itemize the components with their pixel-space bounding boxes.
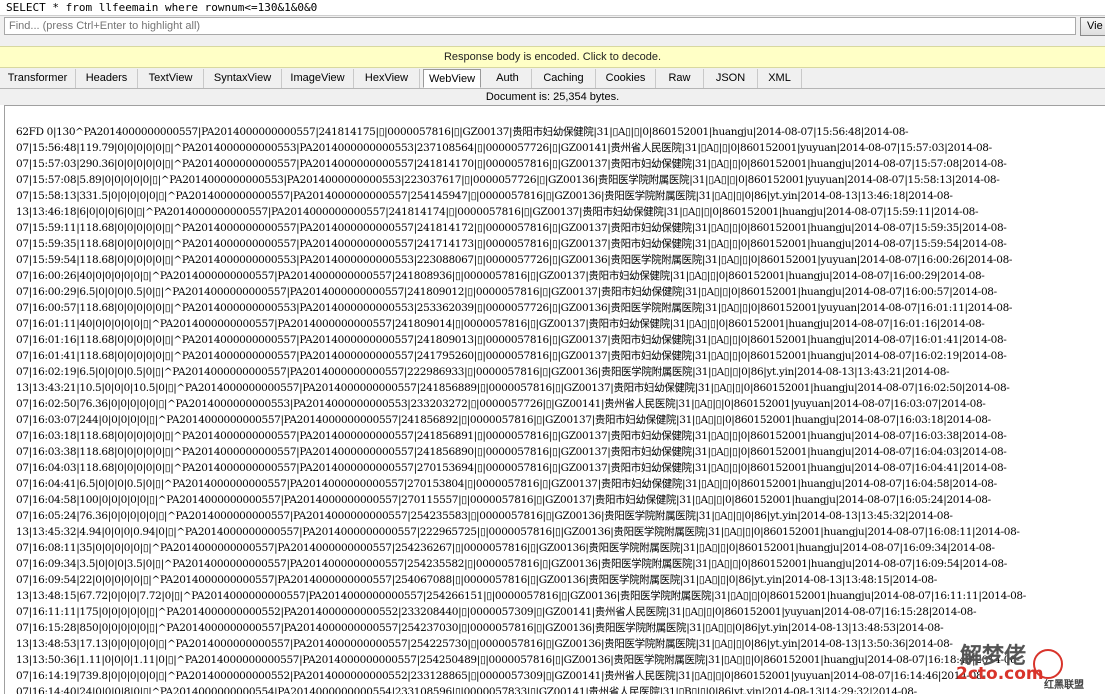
response-line: 07|15:59:35|118.68|0|0|0|0|0|▯|^PA201400… (16, 238, 1007, 250)
tab-imageview[interactable]: ImageView (282, 69, 354, 88)
inspector-tabs: Transformer Headers TextView SyntaxView … (0, 68, 1105, 89)
response-line: 07|16:08:11|35|0|0|0|0|0|▯|^PA2014000000… (16, 542, 995, 554)
response-line: 07|16:01:16|118.68|0|0|0|0|0|▯|^PA201400… (16, 334, 1007, 346)
tab-hexview[interactable]: HexView (354, 69, 420, 88)
response-line: 07|16:09:34|3.5|0|0|0|3.5|0|▯|^PA2014000… (16, 558, 1007, 570)
response-text: 62FD 0|130^PA2014000000000557|PA20140000… (16, 124, 1096, 694)
response-line: 07|16:01:11|40|0|0|0|0|0|▯|^PA2014000000… (16, 318, 985, 330)
query-text[interactable]: SELECT * from llfeemain where rownum<=13… (0, 0, 1105, 16)
response-line: 07|15:59:11|118.68|0|0|0|0|0|▯|^PA201400… (16, 222, 1007, 234)
tab-textview[interactable]: TextView (138, 69, 204, 88)
response-line: 07|15:56:48|119.79|0|0|0|0|0|▯|^PA201400… (16, 142, 992, 154)
response-line: 07|16:02:19|6.5|0|0|0|0.5|0|▯|^PA2014000… (16, 366, 950, 378)
find-toolbar: Vie (0, 16, 1105, 38)
response-line: 07|15:59:54|118.68|0|0|0|0|0|▯|^PA201400… (16, 254, 1013, 266)
tab-auth[interactable]: Auth (484, 69, 532, 88)
response-line: 07|16:03:18|118.68|0|0|0|0|0|▯|^PA201400… (16, 430, 1007, 442)
tab-syntaxview[interactable]: SyntaxView (204, 69, 282, 88)
decode-notice[interactable]: Response body is encoded. Click to decod… (0, 46, 1105, 68)
response-line: 07|15:58:13|331.5|0|0|0|0|0|▯|^PA2014000… (16, 190, 953, 202)
tab-raw[interactable]: Raw (656, 69, 704, 88)
response-line: 07|16:00:29|6.5|0|0|0|0.5|0|▯|^PA2014000… (16, 286, 997, 298)
document-size: Document is: 25,354 bytes. (0, 89, 1105, 105)
tab-caching[interactable]: Caching (532, 69, 596, 88)
webview-content[interactable]: 62FD 0|130^PA2014000000000557|PA20140000… (4, 105, 1105, 694)
response-line: 07|16:04:58|100|0|0|0|0|0|▯|^PA201400000… (16, 494, 991, 506)
response-line: 07|16:11:11|175|0|0|0|0|0|▯|^PA201400000… (16, 606, 977, 618)
tab-xml[interactable]: XML (758, 69, 802, 88)
response-line: 07|16:09:54|22|0|0|0|0|0|▯|^PA2014000000… (16, 574, 937, 586)
response-line: 07|16:03:07|244|0|0|0|0|0|▯|^PA201400000… (16, 414, 991, 426)
watermark-sub: 红黑联盟 (1044, 680, 1084, 691)
response-line: 62FD 0|130^PA2014000000000557|PA20140000… (16, 126, 909, 138)
response-line: 07|16:00:57|118.68|0|0|0|0|0|▯|^PA201400… (16, 302, 1013, 314)
tab-cookies[interactable]: Cookies (596, 69, 656, 88)
response-line: 07|16:04:41|6.5|0|0|0|0.5|0|▯|^PA2014000… (16, 478, 997, 490)
response-line: 07|16:01:41|118.68|0|0|0|0|0|▯|^PA201400… (16, 350, 1007, 362)
response-line: 07|16:00:26|40|0|0|0|0|0|▯|^PA2014000000… (16, 270, 985, 282)
response-line: 07|16:04:03|118.68|0|0|0|0|0|▯|^PA201400… (16, 462, 1007, 474)
response-line: 07|15:57:03|290.36|0|0|0|0|0|▯|^PA201400… (16, 158, 1007, 170)
tab-json[interactable]: JSON (704, 69, 758, 88)
tab-transformer[interactable]: Transformer (0, 69, 76, 88)
watermark-url: 2cto.com (956, 664, 1044, 684)
response-line: 07|16:05:24|76.36|0|0|0|0|0|▯|^PA2014000… (16, 510, 953, 522)
tab-webview[interactable]: WebView (423, 69, 481, 88)
tab-headers[interactable]: Headers (76, 69, 138, 88)
view-button[interactable]: Vie (1080, 17, 1105, 36)
response-line: 13|13:45:32|4.94|0|0|0|0.94|0|▯|^PA20140… (16, 526, 1020, 538)
toolbar-gap (0, 38, 1105, 46)
find-input[interactable] (4, 17, 1076, 35)
response-line: 13|13:48:15|67.72|0|0|0|7.72|0|▯|^PA2014… (16, 590, 1026, 602)
response-line: 07|15:57:08|5.89|0|0|0|0|0|▯|^PA20140000… (16, 174, 1000, 186)
response-line: 07|16:02:50|76.36|0|0|0|0|0|▯|^PA2014000… (16, 398, 986, 410)
response-line: 07|16:03:38|118.68|0|0|0|0|0|▯|^PA201400… (16, 446, 1007, 458)
response-line: 13|13:46:18|6|0|0|0|6|0|▯|^PA20140000000… (16, 206, 979, 218)
response-line: 13|13:43:21|10.5|0|0|0|10.5|0|▯|^PA20140… (16, 382, 1010, 394)
watermark: 解梦佬 2cto.com 红黑联盟 (898, 634, 1105, 694)
